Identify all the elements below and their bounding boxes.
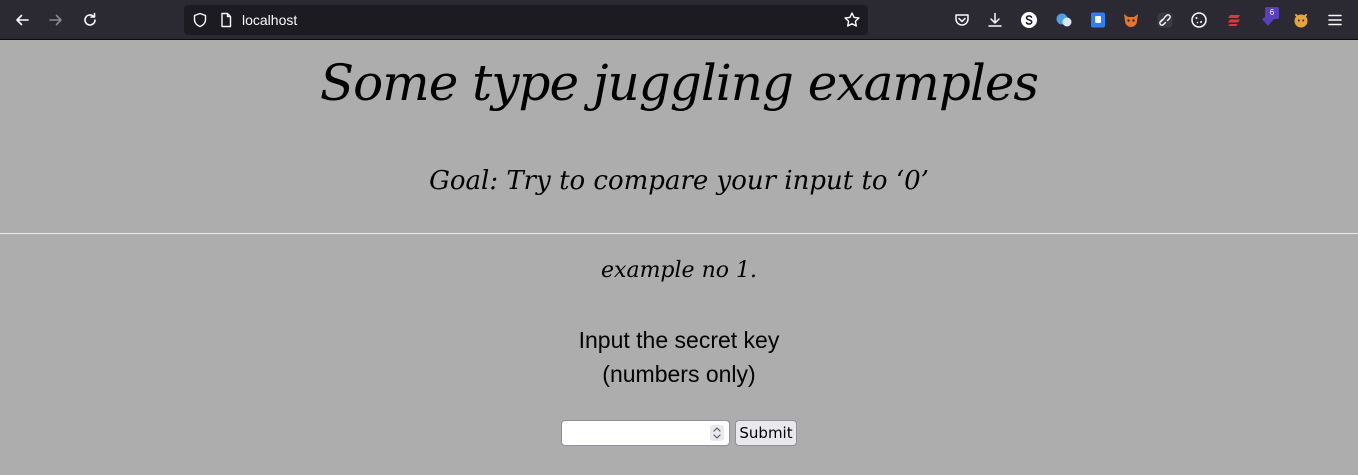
red-stripes-icon	[1228, 15, 1240, 26]
spinner-arrows-icon	[713, 427, 721, 439]
page-title: Some type juggling examples	[319, 54, 1039, 112]
fox-icon	[1124, 14, 1138, 27]
secret-key-prompt: Input the secret key (numbers only)	[0, 323, 1358, 391]
downloads-button[interactable]	[986, 11, 1004, 29]
pocket-icon	[955, 14, 969, 26]
submit-button[interactable]: Submit	[735, 420, 797, 446]
horizontal-divider	[0, 233, 1358, 234]
reload-button[interactable]	[78, 8, 102, 32]
chat-bubble-icon	[1056, 13, 1072, 27]
pocket-button[interactable]	[953, 11, 971, 29]
extension-face-button[interactable]	[1292, 11, 1310, 29]
cookie-icon	[1191, 12, 1207, 28]
extension-bubble-button[interactable]	[1055, 11, 1073, 29]
back-button[interactable]	[10, 8, 34, 32]
example-heading: example no 1.	[601, 258, 757, 283]
extension-fox-button[interactable]	[1122, 11, 1140, 29]
face-icon	[1294, 14, 1308, 28]
extension-s-button[interactable]	[1020, 11, 1038, 29]
page-icon[interactable]	[218, 12, 234, 28]
download-icon	[988, 12, 1002, 27]
s-circle-icon	[1021, 12, 1037, 28]
goal-text: Goal: Try to compare your input to ‘0’	[429, 166, 929, 196]
arrow-right-icon	[49, 14, 62, 26]
shield-icon[interactable]	[192, 12, 208, 28]
hamburger-menu-icon	[1328, 14, 1342, 26]
prompt-line-1: Input the secret key	[578, 327, 780, 353]
extension-red-button[interactable]	[1225, 11, 1243, 29]
extension-cookie-button[interactable]	[1190, 11, 1208, 29]
arrow-left-icon	[16, 14, 29, 26]
blue-shield-icon	[1091, 12, 1105, 28]
extension-badge: 6	[1265, 7, 1279, 19]
page-content: Some type juggling examples Goal: Try to…	[0, 40, 1358, 475]
menu-button[interactable]	[1326, 11, 1344, 29]
link-square-icon	[1157, 12, 1173, 28]
url-text[interactable]: localhost	[242, 5, 297, 35]
reload-icon	[84, 12, 96, 26]
browser-toolbar: localhost 6	[0, 0, 1358, 40]
star-icon[interactable]	[843, 11, 861, 29]
secret-key-input[interactable]	[561, 420, 730, 446]
extension-link-button[interactable]	[1156, 11, 1174, 29]
url-bar[interactable]: localhost	[184, 5, 868, 35]
number-spinner[interactable]	[710, 425, 724, 441]
forward-button[interactable]	[44, 8, 68, 32]
prompt-line-2: (numbers only)	[602, 361, 756, 387]
extension-shield-button[interactable]	[1089, 11, 1107, 29]
